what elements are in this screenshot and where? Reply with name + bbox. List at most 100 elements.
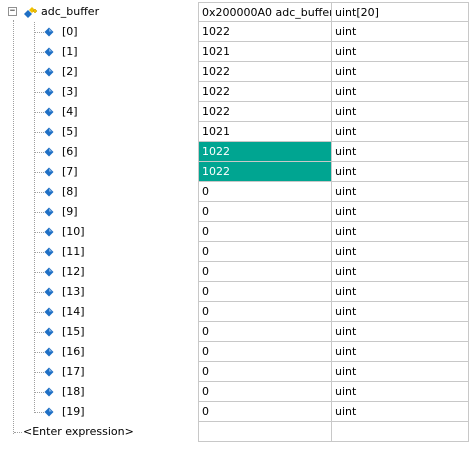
name-cell: [14] <box>0 302 198 322</box>
type-cell: uint <box>331 302 469 322</box>
value-cell[interactable]: 1022 <box>198 102 331 122</box>
watch-row-element[interactable]: [15] 0 uint <box>0 322 471 342</box>
tree-branch-line <box>35 192 44 193</box>
watch-row-element[interactable]: [12] 0 uint <box>0 262 471 282</box>
name-cell: [11] <box>0 242 198 262</box>
type-cell <box>331 422 469 442</box>
variable-element-icon <box>44 407 54 417</box>
value-cell[interactable]: 0 <box>198 282 331 302</box>
element-name: [14] <box>62 305 85 318</box>
value-cell[interactable]: 0 <box>198 302 331 322</box>
watch-row-element[interactable]: [0] 1022 uint <box>0 22 471 42</box>
watch-window: − adc_buffer 0x200000A0 adc_buffer uint[… <box>0 2 471 447</box>
type-cell: uint <box>331 182 469 202</box>
tree-branch-line <box>35 272 44 273</box>
variable-element-icon <box>44 247 54 257</box>
value-cell[interactable]: 0 <box>198 202 331 222</box>
name-cell: [8] <box>0 182 198 202</box>
element-name: [2] <box>62 65 78 78</box>
value-cell[interactable]: 1021 <box>198 122 331 142</box>
value-cell[interactable]: 0 <box>198 262 331 282</box>
watch-row-element[interactable]: [3] 1022 uint <box>0 82 471 102</box>
name-cell: [9] <box>0 202 198 222</box>
tree-branch-line <box>35 32 44 33</box>
name-cell: [19] <box>0 402 198 422</box>
watch-row-element[interactable]: [18] 0 uint <box>0 382 471 402</box>
variable-element-icon <box>44 87 54 97</box>
watch-row-element[interactable]: [2] 1022 uint <box>0 62 471 82</box>
value-cell[interactable]: 0 <box>198 362 331 382</box>
value-cell[interactable]: 1022 <box>198 82 331 102</box>
variable-element-icon <box>44 187 54 197</box>
element-name: [6] <box>62 145 78 158</box>
type-cell: uint <box>331 162 469 182</box>
name-cell: [15] <box>0 322 198 342</box>
value-cell[interactable]: 1022 <box>198 162 331 182</box>
element-name: [12] <box>62 265 85 278</box>
name-cell: [2] <box>0 62 198 82</box>
tree-branch-line <box>35 412 44 413</box>
type-cell: uint <box>331 382 469 402</box>
watch-row-element[interactable]: [6] 1022 uint <box>0 142 471 162</box>
watch-row-element[interactable]: [9] 0 uint <box>0 202 471 222</box>
type-cell: uint <box>331 102 469 122</box>
watch-row-element[interactable]: [11] 0 uint <box>0 242 471 262</box>
tree-branch-line <box>35 252 44 253</box>
value-cell[interactable]: 0 <box>198 182 331 202</box>
watch-row-element[interactable]: [5] 1021 uint <box>0 122 471 142</box>
value-cell[interactable]: 0 <box>198 322 331 342</box>
element-name: [15] <box>62 325 85 338</box>
value-cell[interactable]: 1021 <box>198 42 331 62</box>
name-cell: <Enter expression> <box>0 422 198 442</box>
tree-branch-line <box>35 52 44 53</box>
watch-row-element[interactable]: [16] 0 uint <box>0 342 471 362</box>
watch-row-element[interactable]: [8] 0 uint <box>0 182 471 202</box>
watch-row-element[interactable]: [7] 1022 uint <box>0 162 471 182</box>
variable-name: adc_buffer <box>41 5 100 18</box>
variable-element-icon <box>44 387 54 397</box>
type-cell: uint <box>331 362 469 382</box>
value-cell[interactable]: 0x200000A0 adc_buffer <box>198 2 331 22</box>
watch-row-element[interactable]: [17] 0 uint <box>0 362 471 382</box>
type-cell: uint <box>331 322 469 342</box>
value-cell[interactable]: 0 <box>198 402 331 422</box>
type-cell: uint <box>331 202 469 222</box>
watch-row-element[interactable]: [19] 0 uint <box>0 402 471 422</box>
enter-expression-input[interactable]: <Enter expression> <box>23 422 134 442</box>
name-cell: [5] <box>0 122 198 142</box>
type-cell: uint <box>331 402 469 422</box>
watch-row-element[interactable]: [14] 0 uint <box>0 302 471 322</box>
watch-row-element[interactable]: [4] 1022 uint <box>0 102 471 122</box>
value-cell[interactable]: 0 <box>198 242 331 262</box>
name-cell: [7] <box>0 162 198 182</box>
value-cell[interactable]: 0 <box>198 382 331 402</box>
tree-branch-line <box>35 212 44 213</box>
name-cell: − adc_buffer <box>0 2 198 22</box>
type-cell: uint <box>331 142 469 162</box>
watch-row-element[interactable]: [1] 1021 uint <box>0 42 471 62</box>
collapse-icon[interactable]: − <box>8 7 17 16</box>
value-cell[interactable]: 0 <box>198 222 331 242</box>
enter-expression-row[interactable]: <Enter expression> <box>0 422 471 442</box>
tree-branch-line <box>35 352 44 353</box>
value-cell[interactable]: 0 <box>198 342 331 362</box>
variable-element-icon <box>44 267 54 277</box>
element-name: [9] <box>62 205 78 218</box>
variable-element-icon <box>44 147 54 157</box>
tree-branch-line <box>35 172 44 173</box>
value-cell[interactable]: 1022 <box>198 142 331 162</box>
name-cell: [1] <box>0 42 198 62</box>
value-cell[interactable] <box>198 422 331 442</box>
value-cell[interactable]: 1022 <box>198 62 331 82</box>
variable-element-icon <box>44 207 54 217</box>
name-cell: [13] <box>0 282 198 302</box>
watch-row-element[interactable]: [13] 0 uint <box>0 282 471 302</box>
value-cell[interactable]: 1022 <box>198 22 331 42</box>
watch-row-element[interactable]: [10] 0 uint <box>0 222 471 242</box>
watch-row-adc-buffer[interactable]: − adc_buffer 0x200000A0 adc_buffer uint[… <box>0 2 471 22</box>
name-cell: [6] <box>0 142 198 162</box>
element-name: [1] <box>62 45 78 58</box>
tree-branch-line <box>35 332 44 333</box>
tree-branch-line <box>35 132 44 133</box>
tree-branch-line <box>35 292 44 293</box>
